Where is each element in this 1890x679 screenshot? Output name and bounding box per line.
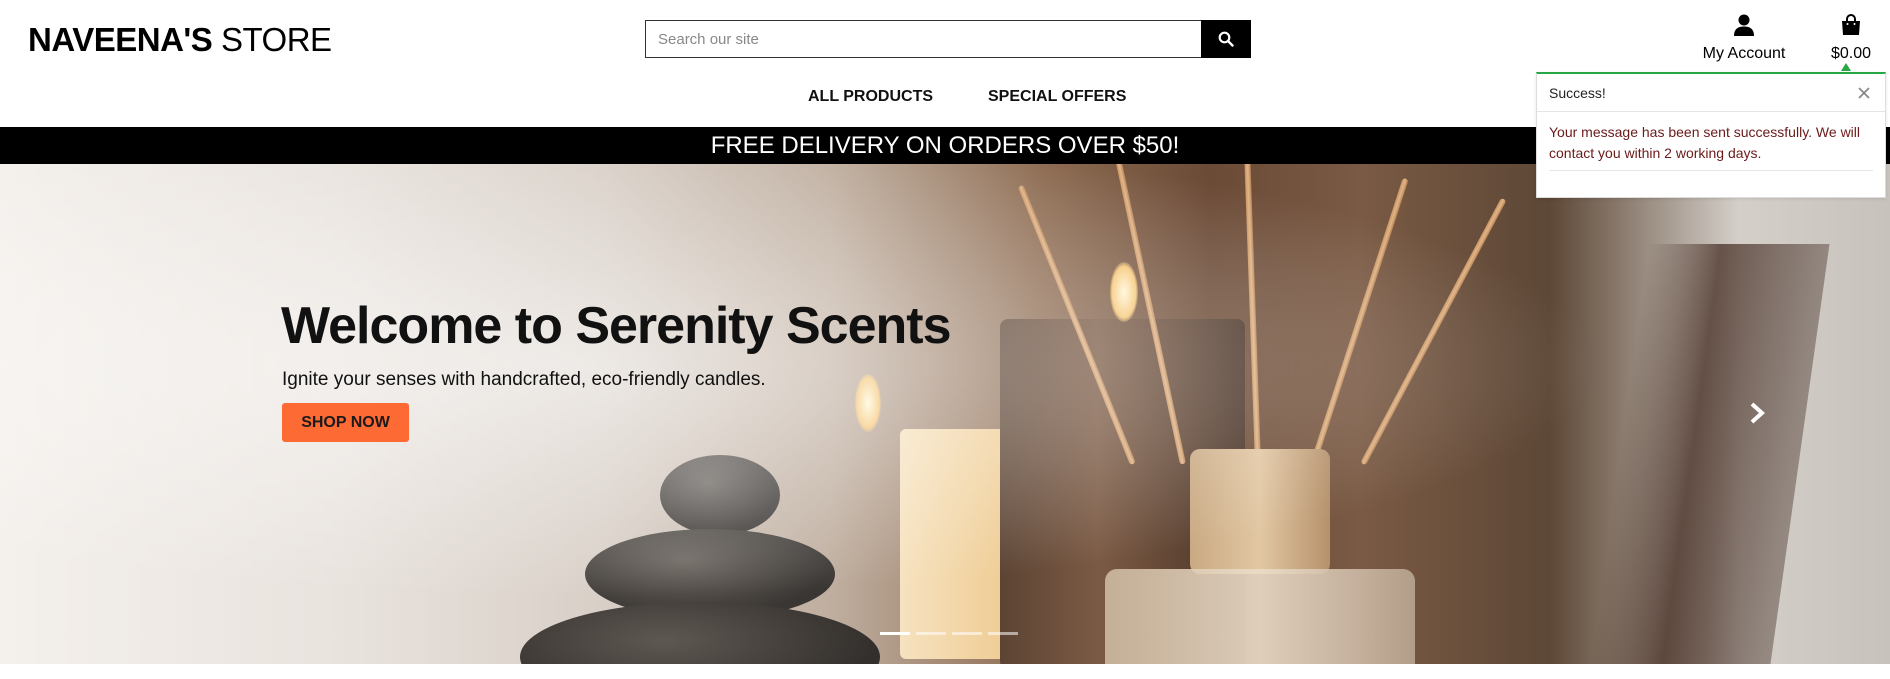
- toast-header: Success!: [1537, 74, 1885, 112]
- my-account-link[interactable]: My Account: [1692, 14, 1796, 63]
- toast-message: Your message has been sent successfully.…: [1549, 124, 1861, 161]
- search-form: [645, 20, 1251, 58]
- carousel-indicator[interactable]: [952, 632, 982, 635]
- carousel-indicator[interactable]: [880, 632, 910, 635]
- shopping-bag-icon: [1842, 14, 1860, 35]
- store-logo[interactable]: NAVEENA'S STORE: [28, 20, 332, 60]
- nav-all-products[interactable]: ALL PRODUCTS: [808, 88, 933, 106]
- close-icon: [1858, 86, 1870, 99]
- carousel-next-button[interactable]: [1745, 400, 1769, 426]
- carousel-indicators: [880, 632, 1018, 635]
- success-toast: Success! Your message has been sent succ…: [1536, 72, 1886, 198]
- user-icon: [1734, 14, 1754, 36]
- toast-close-button[interactable]: [1855, 84, 1873, 102]
- logo-thin-text: STORE: [220, 21, 332, 58]
- search-button[interactable]: [1201, 20, 1251, 58]
- chevron-right-icon: [1750, 402, 1765, 424]
- nav-special-offers[interactable]: SPECIAL OFFERS: [988, 88, 1126, 106]
- carousel-indicator[interactable]: [988, 632, 1018, 635]
- delivery-banner-text: FREE DELIVERY ON ORDERS OVER $50!: [710, 132, 1180, 159]
- shopping-bag-link[interactable]: $0.00: [1826, 14, 1876, 63]
- logo-bold-text: NAVEENA'S: [28, 21, 213, 58]
- carousel-indicator[interactable]: [916, 632, 946, 635]
- toast-title: Success!: [1549, 84, 1606, 101]
- hero-title: Welcome to Serenity Scents: [281, 297, 951, 355]
- shop-now-button[interactable]: SHOP NOW: [282, 403, 409, 442]
- search-input[interactable]: [645, 20, 1201, 58]
- toast-divider: [1549, 170, 1873, 171]
- toast-pointer: [1841, 63, 1851, 71]
- search-icon: [1218, 31, 1234, 47]
- my-account-label: My Account: [1702, 45, 1786, 62]
- bag-total: $0.00: [1830, 45, 1872, 62]
- hero-subtitle: Ignite your senses with handcrafted, eco…: [282, 369, 766, 390]
